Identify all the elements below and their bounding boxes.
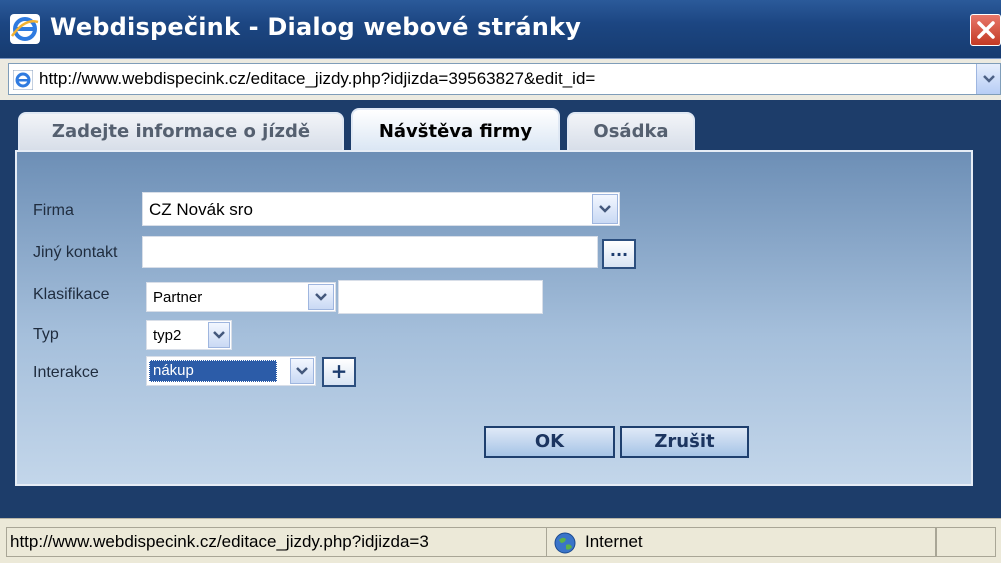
- jiny-kontakt-label: Jiný kontakt: [33, 244, 118, 261]
- cancel-button[interactable]: Zrušit: [620, 426, 749, 458]
- address-dropdown-button[interactable]: [976, 64, 1000, 94]
- chevron-down-icon: [599, 205, 611, 213]
- form-panel: Firma CZ Novák sro Jiný kontakt ... Klas…: [15, 150, 973, 486]
- address-field[interactable]: http://www.webdispecink.cz/editace_jizdy…: [8, 63, 1001, 95]
- jiny-kontakt-input[interactable]: [142, 236, 598, 268]
- chevron-down-icon: [315, 293, 327, 301]
- internet-explorer-icon: [10, 14, 40, 44]
- chevron-down-icon: [983, 75, 995, 83]
- typ-label: Typ: [33, 326, 59, 343]
- interakce-label: Interakce: [33, 364, 99, 381]
- klasifikace-dropdown-button[interactable]: [308, 284, 334, 310]
- klasifikace-value: Partner: [153, 289, 203, 306]
- firma-select[interactable]: CZ Novák sro: [142, 192, 620, 226]
- klasifikace-extra-input[interactable]: [338, 280, 543, 314]
- typ-select[interactable]: typ2: [146, 320, 232, 350]
- status-end-pane: [936, 527, 996, 557]
- firma-dropdown-button[interactable]: [592, 194, 618, 224]
- firma-value: CZ Novák sro: [149, 200, 253, 219]
- globe-icon: [553, 531, 577, 559]
- tab-zadejte-informace[interactable]: Zadejte informace o jízdě: [18, 112, 344, 152]
- typ-value: typ2: [153, 327, 182, 344]
- address-bar: http://www.webdispecink.cz/editace_jizdy…: [0, 58, 1001, 101]
- chevron-down-icon: [213, 331, 225, 339]
- add-interakce-button[interactable]: +: [322, 357, 356, 387]
- ok-button[interactable]: OK: [484, 426, 615, 458]
- address-url: http://www.webdispecink.cz/editace_jizdy…: [39, 69, 596, 88]
- interakce-dropdown-button[interactable]: [290, 358, 314, 384]
- window-title: Webdispečink - Dialog webové stránky: [50, 13, 582, 41]
- page-icon: [12, 69, 34, 94]
- status-zone: Internet: [546, 527, 936, 557]
- browse-contact-button[interactable]: ...: [602, 239, 636, 269]
- status-bar: http://www.webdispecink.cz/editace_jizdy…: [0, 518, 1001, 563]
- status-url: http://www.webdispecink.cz/editace_jizdy…: [6, 527, 546, 557]
- title-bar: Webdispečink - Dialog webové stránky: [0, 0, 1001, 58]
- close-button[interactable]: [970, 14, 1001, 46]
- tab-navsteva-firmy[interactable]: Návštěva firmy: [351, 108, 560, 154]
- chevron-down-icon: [296, 367, 308, 375]
- tab-osadka[interactable]: Osádka: [567, 112, 695, 152]
- klasifikace-label: Klasifikace: [33, 286, 110, 303]
- firma-label: Firma: [33, 202, 74, 219]
- typ-dropdown-button[interactable]: [208, 322, 230, 348]
- klasifikace-select[interactable]: Partner: [146, 282, 336, 312]
- interakce-value: nákup: [153, 362, 194, 379]
- close-icon: [977, 21, 995, 39]
- status-zone-label: Internet: [585, 532, 643, 551]
- interakce-select[interactable]: nákup: [146, 356, 316, 386]
